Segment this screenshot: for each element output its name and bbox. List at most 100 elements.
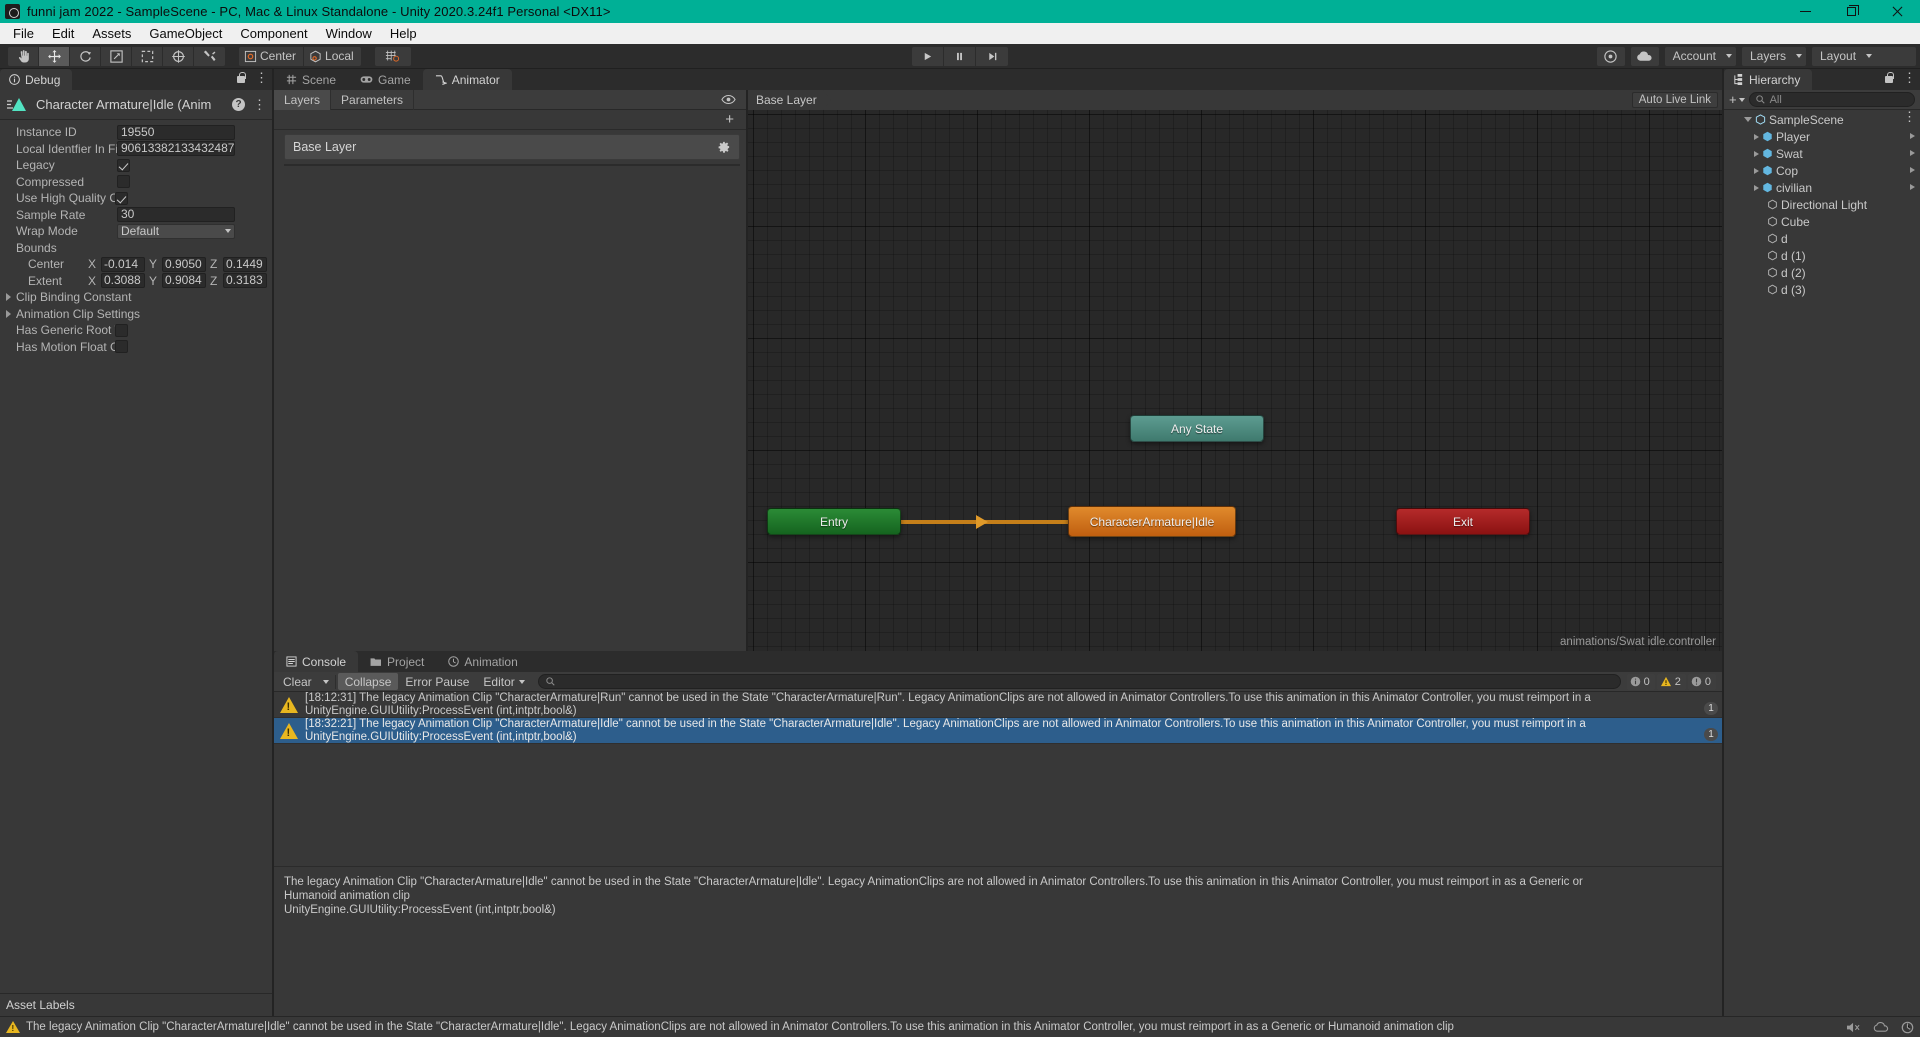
chevron-right-icon[interactable]: [1754, 150, 1759, 157]
local-identifier-field[interactable]: 90613382133432487: [117, 141, 235, 157]
layer-item-base-layer[interactable]: Base Layer: [284, 134, 740, 160]
tab-debug[interactable]: Debug: [0, 69, 73, 90]
has-generic-root-transform-checkbox[interactable]: [115, 323, 128, 337]
tab-hierarchy[interactable]: Hierarchy: [1724, 69, 1813, 90]
breadcrumb-base-layer[interactable]: Base Layer: [756, 93, 817, 107]
pivot-mode-button[interactable]: Center: [239, 46, 305, 66]
animator-graph-pane[interactable]: Base Layer Auto Live Link Any State Entr…: [748, 90, 1722, 651]
any-state-node[interactable]: Any State: [1130, 415, 1264, 442]
state-machine-canvas[interactable]: Any State Entry CharacterArmature|Idle E…: [748, 110, 1722, 651]
handle-rotation-button[interactable]: Local: [304, 46, 361, 66]
editor-dropdown-button[interactable]: Editor: [476, 673, 531, 690]
hierarchy-row-d[interactable]: d: [1724, 230, 1920, 247]
layers-dropdown[interactable]: Layers: [1741, 46, 1806, 66]
rect-tool-button[interactable]: [132, 46, 163, 66]
menu-component[interactable]: Component: [231, 23, 316, 44]
minimize-button[interactable]: [1782, 0, 1828, 23]
pause-button[interactable]: [944, 46, 976, 66]
console-detail-pane[interactable]: The legacy Animation Clip "CharacterArma…: [274, 866, 1722, 1016]
menu-window[interactable]: Window: [317, 23, 381, 44]
tab-scene[interactable]: Scene: [274, 69, 348, 90]
compressed-checkbox[interactable]: [117, 175, 130, 189]
extent-x-field[interactable]: 0.3088: [101, 273, 145, 289]
cloud-icon[interactable]: [1630, 46, 1659, 66]
gear-icon[interactable]: [717, 140, 731, 154]
menu-edit[interactable]: Edit: [43, 23, 83, 44]
auto-live-link-button[interactable]: Auto Live Link: [1631, 92, 1718, 108]
legacy-checkbox[interactable]: [117, 158, 130, 172]
menu-assets[interactable]: Assets: [83, 23, 140, 44]
status-bar[interactable]: The legacy Animation Clip "CharacterArma…: [0, 1016, 1920, 1037]
log-count[interactable]: 0: [1626, 673, 1655, 690]
console-entry-list[interactable]: [18:12:31] The legacy Animation Clip "Ch…: [274, 692, 1722, 866]
lock-icon[interactable]: [1884, 72, 1894, 84]
state-node-character-armature-idle[interactable]: CharacterArmature|Idle: [1068, 506, 1236, 537]
tab-game[interactable]: Game: [348, 69, 423, 90]
chevron-down-icon[interactable]: [1744, 117, 1752, 122]
tab-project[interactable]: Project: [358, 651, 436, 672]
tab-layers[interactable]: Layers: [274, 89, 332, 110]
kebab-menu-icon[interactable]: ⋮: [253, 98, 266, 111]
menu-help[interactable]: Help: [381, 23, 426, 44]
hierarchy-row-samplescene[interactable]: SampleScene ⋮: [1724, 110, 1920, 128]
tab-animator[interactable]: Animator: [422, 69, 512, 90]
plus-icon[interactable]: +: [725, 112, 734, 127]
menu-file[interactable]: File: [4, 23, 43, 44]
kebab-menu-icon[interactable]: ⋮: [1903, 71, 1916, 84]
cloud-status-icon[interactable]: [1873, 1021, 1889, 1033]
clear-dropdown-button[interactable]: [319, 673, 333, 690]
extent-z-field[interactable]: 0.3183: [223, 273, 267, 289]
entry-node[interactable]: Entry: [767, 508, 901, 535]
kebab-menu-icon[interactable]: ⋮: [255, 71, 268, 84]
add-gameobject-button[interactable]: +: [1729, 92, 1745, 107]
chevron-right-icon[interactable]: [1910, 150, 1915, 156]
menu-gameobject[interactable]: GameObject: [140, 23, 231, 44]
tab-parameters[interactable]: Parameters: [331, 89, 415, 110]
extent-y-field[interactable]: 0.9084: [162, 273, 206, 289]
console-entry[interactable]: [18:32:21] The legacy Animation Clip "Ch…: [274, 718, 1722, 744]
chevron-right-icon[interactable]: [1754, 167, 1759, 174]
hand-tool-button[interactable]: [8, 46, 39, 66]
foldout-animation-clip-settings[interactable]: Animation Clip Settings: [0, 306, 272, 323]
asset-labels-section[interactable]: Asset Labels: [0, 993, 272, 1016]
tab-console[interactable]: Console: [274, 651, 359, 672]
chevron-right-icon[interactable]: [1910, 184, 1915, 190]
hierarchy-row-d-3[interactable]: d (3): [1724, 281, 1920, 298]
high-quality-curve-checkbox[interactable]: [115, 191, 128, 205]
collapse-button[interactable]: Collapse: [337, 673, 399, 690]
hierarchy-tree[interactable]: SampleScene ⋮ Player Swat Cop civilian D…: [1724, 110, 1920, 1016]
hierarchy-row-d-1[interactable]: d (1): [1724, 247, 1920, 264]
chevron-right-icon[interactable]: [1910, 133, 1915, 139]
exit-node[interactable]: Exit: [1396, 508, 1530, 535]
hierarchy-row-cop[interactable]: Cop: [1724, 162, 1920, 179]
chevron-right-icon[interactable]: [1754, 133, 1759, 140]
move-tool-button[interactable]: [39, 46, 70, 66]
clear-button[interactable]: Clear: [276, 673, 319, 690]
sample-rate-field[interactable]: 30: [117, 207, 235, 223]
console-search-input[interactable]: [537, 674, 1621, 689]
transform-tool-button[interactable]: [163, 46, 194, 66]
kebab-menu-icon[interactable]: ⋮: [1903, 110, 1916, 123]
error-pause-button[interactable]: Error Pause: [398, 673, 476, 690]
center-x-field[interactable]: -0.014: [101, 256, 145, 272]
tab-animation[interactable]: Animation: [436, 651, 529, 672]
custom-editor-tool-button[interactable]: [194, 46, 225, 66]
chevron-right-icon[interactable]: [1754, 184, 1759, 191]
hierarchy-row-player[interactable]: Player: [1724, 128, 1920, 145]
hierarchy-row-directional-light[interactable]: Directional Light: [1724, 196, 1920, 213]
progress-icon[interactable]: [1901, 1021, 1914, 1034]
warning-count[interactable]: 2: [1656, 673, 1686, 690]
scale-tool-button[interactable]: [101, 46, 132, 66]
center-z-field[interactable]: 0.1449: [223, 256, 267, 272]
help-icon[interactable]: ?: [232, 98, 245, 111]
play-button[interactable]: [912, 46, 944, 66]
mute-audio-icon[interactable]: [1846, 1021, 1861, 1034]
rotate-tool-button[interactable]: [70, 46, 101, 66]
wrap-mode-dropdown[interactable]: Default: [117, 223, 235, 239]
services-icon[interactable]: [1596, 46, 1625, 66]
hierarchy-row-civilian[interactable]: civilian: [1724, 179, 1920, 196]
foldout-clip-binding-constant[interactable]: Clip Binding Constant: [0, 289, 272, 306]
instance-id-field[interactable]: 19550: [117, 124, 235, 140]
step-button[interactable]: [976, 46, 1008, 66]
chevron-right-icon[interactable]: [1910, 167, 1915, 173]
